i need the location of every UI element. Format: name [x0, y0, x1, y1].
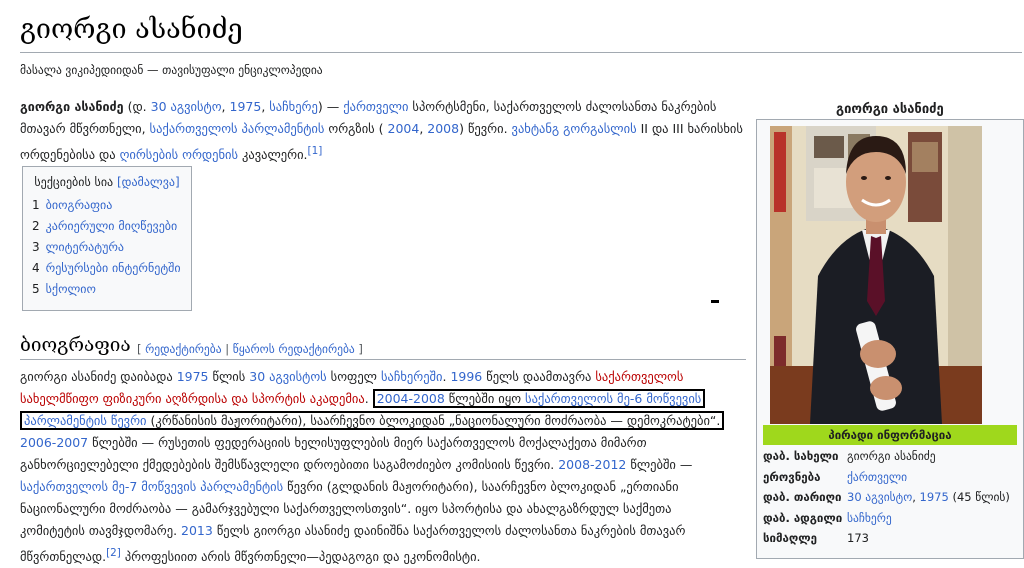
- infobox-title: გიორგი ასანიძე: [836, 102, 944, 117]
- bio-parliament-member-link[interactable]: პარლამენტის წევრი: [24, 413, 147, 428]
- edit-source-link[interactable]: წყაროს რედაქტირება: [233, 342, 355, 356]
- bio-2013-link[interactable]: 2013: [181, 523, 213, 538]
- section-edit-links: [ რედაქტირება | წყაროს რედაქტირება ]: [137, 342, 363, 356]
- bio-1996-link[interactable]: 1996: [450, 369, 482, 384]
- bio-parliament-6-link[interactable]: საქართველოს მე-6 მოწვევის: [525, 391, 701, 406]
- toc-title: სექციების სია: [34, 175, 114, 189]
- order-of-honor-link[interactable]: ღირსების ორდენის: [120, 147, 238, 162]
- toc-item[interactable]: 5 სქოლიო: [32, 279, 182, 300]
- infobox-birth-year-link[interactable]: 1975: [920, 490, 949, 504]
- page-title: გიორგი ასანიძე: [20, 14, 243, 45]
- toc-item[interactable]: 2 კარიერული მიღწევები: [32, 216, 182, 237]
- toc-title-row: სექციების სია [დამალვა]: [32, 175, 182, 189]
- toc-item[interactable]: 4 რესურსები ინტერნეტში: [32, 258, 182, 279]
- bio-line-7: ნაციონალური მოძრაობა — გამარჯვებული საქა…: [20, 501, 672, 516]
- nationality-value-link[interactable]: ქართველი: [847, 470, 907, 484]
- bio-1975-link[interactable]: 1975: [177, 369, 209, 384]
- portrait-image: [770, 126, 982, 424]
- section-heading-biography: ბიოგრაფია: [20, 334, 131, 356]
- intro-line-3: ორდენებისა და ღირსების ორდენის კავალერი.…: [20, 145, 323, 163]
- title-divider: [20, 52, 1022, 53]
- reference-1-link[interactable]: [1]: [308, 145, 323, 157]
- bio-aug30-link[interactable]: 30 აგვისტოს: [249, 369, 326, 384]
- vakhtang-order-link[interactable]: ვახტანგ გორგასლის: [512, 121, 637, 136]
- bio-line-1: გიორგი ასანიძე დაიბადა 1975 წლის 30 აგვი…: [20, 369, 684, 384]
- bio-line-2: სახელმწიფო ფიზიკური აღზრდისა და სპორტის …: [20, 388, 750, 410]
- section-divider: [20, 359, 746, 360]
- intro-line-2: მთავარ მწვრთნელი, საქართველოს პარლამენტი…: [20, 121, 743, 136]
- highlight-box-2: პარლამენტის წევრი (კრწანისის მაჟორიტარი)…: [20, 411, 725, 430]
- reference-2-link[interactable]: [2]: [106, 547, 121, 559]
- bio-line-6: საქართველოს მე-7 მოწვევის პარლამენტის წე…: [20, 479, 679, 494]
- highlight-box-1: 2004-2008 წლებში იყო საქართველოს მე-6 მო…: [372, 389, 706, 408]
- year-2004-link[interactable]: 2004: [388, 121, 420, 136]
- toc-item[interactable]: 3 ლიტერატურა: [32, 237, 182, 258]
- stray-mark: [711, 300, 719, 303]
- parliament-link[interactable]: საქართველოს პარლამენტის: [150, 121, 325, 136]
- edit-link[interactable]: რედაქტირება: [145, 342, 221, 356]
- bio-line-9: მწვრთნელად.[2] პროფესიით არის მწვრთნელი—…: [20, 547, 481, 565]
- birth-date-link[interactable]: 30 აგვისტო: [151, 99, 222, 114]
- bio-georgia-redlink[interactable]: საქართველოს: [595, 369, 683, 384]
- infobox-birth-date-link[interactable]: 30 აგვისტო: [847, 490, 912, 504]
- portrait-photo[interactable]: [770, 126, 982, 424]
- bio-line-5: განხორციელებელი ქმედებების შემსწავლელი დ…: [20, 457, 693, 472]
- bio-line-8: კომიტეტის თავმჯდომარე. 2013 წელს გიორგი …: [20, 523, 686, 538]
- birthplace-link[interactable]: საჩხერე: [269, 99, 318, 114]
- bio-sachkhere-link[interactable]: საჩხერეში: [381, 369, 443, 384]
- bio-line-3: პარლამენტის წევრი (კრწანისის მაჟორიტარი)…: [20, 410, 750, 432]
- bio-parliament-7-link[interactable]: საქართველოს მე-7 მოწვევის პარლამენტის: [20, 479, 283, 494]
- year-2008-link[interactable]: 2008: [427, 121, 459, 136]
- toc-item[interactable]: 1 ბიოგრაფია: [32, 195, 182, 216]
- subject-name: გიორგი ასანიძე: [20, 99, 124, 114]
- bio-2004-2008-link[interactable]: 2004-2008: [377, 391, 445, 406]
- intro-line-1: გიორგი ასანიძე (დ. 30 აგვისტო, 1975, საჩ…: [20, 99, 717, 114]
- birth-year-link[interactable]: 1975: [230, 99, 262, 114]
- infobox-birthplace-link[interactable]: საჩხერე: [847, 511, 892, 525]
- bio-2006-2007-link[interactable]: 2006-2007: [20, 435, 88, 450]
- toc-hide-toggle[interactable]: [დამალვა]: [117, 175, 180, 189]
- bio-line-4: 2006-2007 წლებში — რუსეთის ფედერაციის ხე…: [20, 435, 647, 450]
- bio-2008-2012-link[interactable]: 2008-2012: [558, 457, 626, 472]
- site-tagline: მასალა ვიკიპედიიდან — თავისუფალი ენციკლო…: [20, 63, 323, 77]
- bio-academy-redlink[interactable]: სახელმწიფო ფიზიკური აღზრდისა და სპორტის …: [20, 391, 365, 406]
- table-of-contents: სექციების სია [დამალვა] 1 ბიოგრაფია 2 კარი…: [22, 166, 192, 311]
- intro-paragraph: გიორგი ასანიძე (დ. 30 აგვისტო, 1975, საჩ…: [20, 96, 750, 166]
- infobox-personal-info-header: პირადი ინფორმაცია: [763, 425, 1017, 445]
- nationality-link[interactable]: ქართველი: [343, 99, 408, 114]
- biography-paragraph: გიორგი ასანიძე დაიბადა 1975 წლის 30 აგვი…: [20, 366, 750, 568]
